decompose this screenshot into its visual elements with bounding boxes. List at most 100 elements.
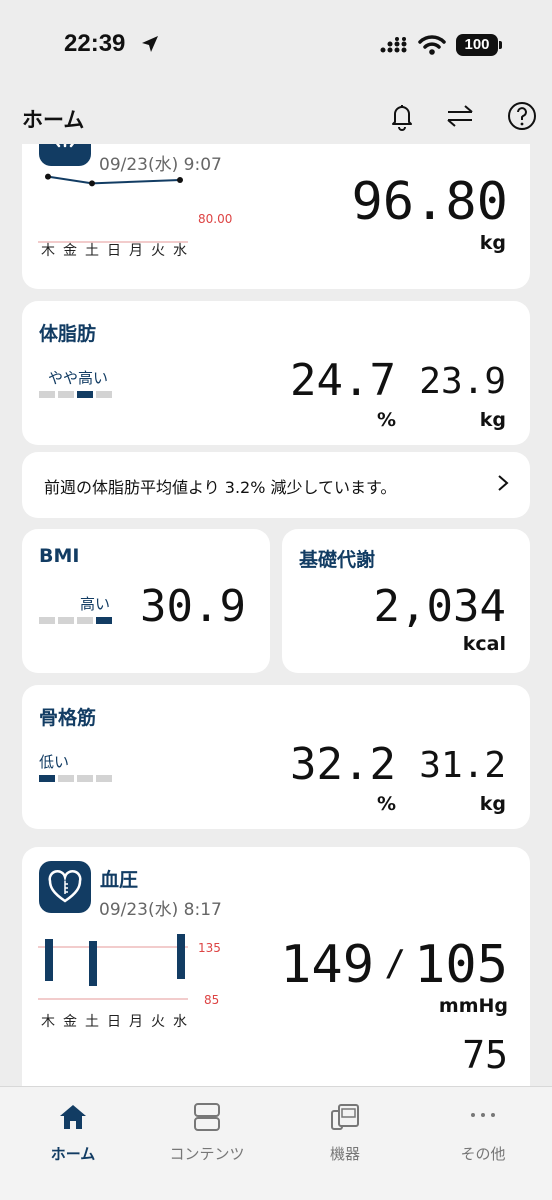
tab-more-label: その他: [460, 1145, 506, 1163]
body-fat-level-segment-1: [39, 391, 55, 398]
blood-pressure-card[interactable]: 血圧 09/23(水) 8:17 135 85 木金土日月火水 149 / 10…: [22, 847, 530, 1086]
body-fat-notice[interactable]: 前週の体脂肪平均値より 3.2% 減少しています。: [22, 452, 530, 518]
bp-day-6: 水: [173, 1014, 189, 1030]
weight-day-5: 火: [151, 243, 167, 259]
bp-separator: /: [384, 943, 406, 984]
home-scroll-area[interactable]: 09/23(水) 9:07 80.00 木金土日月火水 96.80 kg 体脂肪…: [0, 144, 552, 1086]
muscle-mass: 31.2: [419, 745, 506, 786]
bmr-unit: kcal: [462, 633, 506, 655]
body-fat-level-segment-2: [58, 391, 74, 398]
bmi-level-label: 高い: [80, 595, 111, 613]
weight-day-2: 土: [85, 243, 101, 259]
body-fat-title: 体脂肪: [39, 323, 97, 345]
bp-bar-wed: [177, 934, 185, 979]
help-icon[interactable]: [506, 100, 538, 132]
location-arrow-icon: [142, 36, 158, 52]
weight-day-6: 水: [173, 243, 189, 259]
tab-home-label: ホーム: [50, 1145, 96, 1163]
muscle-title: 骨格筋: [39, 707, 97, 729]
body-fat-percent: 24.7: [290, 355, 396, 406]
bmi-level-segment-4: [96, 617, 112, 624]
sync-swap-icon[interactable]: [444, 100, 476, 132]
bp-day-4: 月: [129, 1014, 145, 1030]
bp-day-5: 火: [151, 1014, 167, 1030]
weight-point-2: [177, 177, 183, 183]
body-fat-card[interactable]: 体脂肪 やや高い 24.7 % 23.9 kg: [22, 301, 530, 445]
bp-bar-fri: [89, 941, 97, 986]
bp-lower-ref: 85: [204, 993, 220, 1007]
chevron-right-icon: [498, 475, 509, 491]
bp-systolic: 149: [280, 935, 374, 995]
tab-more[interactable]: その他: [414, 1097, 552, 1167]
weight-unit: kg: [479, 232, 506, 254]
battery-indicator: 100: [456, 34, 498, 56]
weight-trend-chart: [38, 173, 188, 243]
muscle-percent: 32.2: [290, 739, 396, 790]
tab-bar: ホーム コンテンツ 機器 その他: [0, 1086, 552, 1200]
weight-card[interactable]: 09/23(水) 9:07 80.00 木金土日月火水 96.80 kg: [22, 144, 530, 289]
bmi-level-bar: [39, 617, 112, 624]
bmr-value: 2,034: [373, 581, 506, 632]
weight-day-0: 木: [41, 243, 57, 259]
bp-day-0: 木: [41, 1014, 57, 1030]
muscle-mass-unit: kg: [479, 793, 506, 815]
notice-text: 前週の体脂肪平均値より 3.2% 減少しています。: [44, 478, 397, 497]
status-time: 22:39: [64, 30, 126, 57]
bmr-title: 基礎代謝: [299, 549, 376, 571]
bp-day-1: 金: [63, 1014, 79, 1030]
tab-contents-label: コンテンツ: [169, 1145, 245, 1163]
bmr-card[interactable]: 基礎代謝 2,034 kcal: [282, 529, 530, 673]
muscle-level-segment-2: [58, 775, 74, 782]
weight-point-1: [89, 180, 95, 187]
bmi-value: 30.9: [140, 581, 246, 632]
contents-icon: [194, 1103, 220, 1131]
body-fat-percent-unit: %: [376, 409, 396, 431]
heart-icon: [39, 861, 91, 913]
bmi-title: BMI: [39, 545, 80, 567]
muscle-level-segment-4: [96, 775, 112, 782]
bp-diastolic: 105: [414, 935, 508, 995]
pulse-value: 75: [462, 1033, 508, 1077]
bmi-card[interactable]: BMI 高い 30.9: [22, 529, 270, 673]
body-fat-mass: 23.9: [419, 361, 506, 402]
weight-goal-label: 80.00: [198, 212, 233, 226]
weight-day-3: 日: [107, 243, 123, 259]
weight-point-0: [45, 173, 51, 180]
more-icon: [471, 1113, 495, 1117]
bp-bar-thu: [45, 939, 53, 981]
weight-day-labels: 木金土日月火水: [38, 240, 192, 260]
bp-day-3: 日: [107, 1014, 123, 1030]
wifi-icon: [418, 35, 446, 55]
muscle-level-segment-3: [77, 775, 93, 782]
muscle-level-segment-1: [39, 775, 55, 782]
bmi-level-segment-2: [58, 617, 74, 624]
page-title: ホーム: [22, 108, 85, 132]
body-fat-level-bar: [39, 391, 112, 398]
body-fat-level-label: やや高い: [48, 369, 109, 387]
devices-icon: [331, 1104, 359, 1130]
blood-pressure-title: 血圧: [100, 869, 139, 891]
weight-day-1: 金: [63, 243, 79, 259]
tab-home[interactable]: ホーム: [4, 1097, 142, 1167]
tab-contents[interactable]: コンテンツ: [138, 1097, 276, 1167]
muscle-card[interactable]: 骨格筋 低い 32.2 % 31.2 kg: [22, 685, 530, 829]
bell-icon[interactable]: [386, 100, 418, 132]
signal-icon: [380, 37, 407, 53]
home-icon: [60, 1105, 86, 1129]
body-fat-mass-unit: kg: [479, 409, 506, 431]
muscle-level-bar: [39, 775, 112, 782]
blood-pressure-datetime: 09/23(水) 8:17: [99, 900, 222, 920]
bmi-level-segment-1: [39, 617, 55, 624]
bp-day-2: 土: [85, 1014, 101, 1030]
body-fat-level-segment-4: [96, 391, 112, 398]
bp-day-labels: 木金土日月火水: [38, 1011, 192, 1031]
muscle-percent-unit: %: [376, 793, 396, 815]
tab-devices[interactable]: 機器: [276, 1097, 414, 1167]
battery-tip: [499, 41, 502, 49]
weight-day-4: 月: [129, 243, 145, 259]
bmi-level-segment-3: [77, 617, 93, 624]
app-header: ホーム: [0, 90, 552, 144]
blood-pressure-chart: [38, 934, 188, 1000]
tab-devices-label: 機器: [329, 1145, 360, 1163]
bp-upper-ref: 135: [198, 941, 221, 955]
